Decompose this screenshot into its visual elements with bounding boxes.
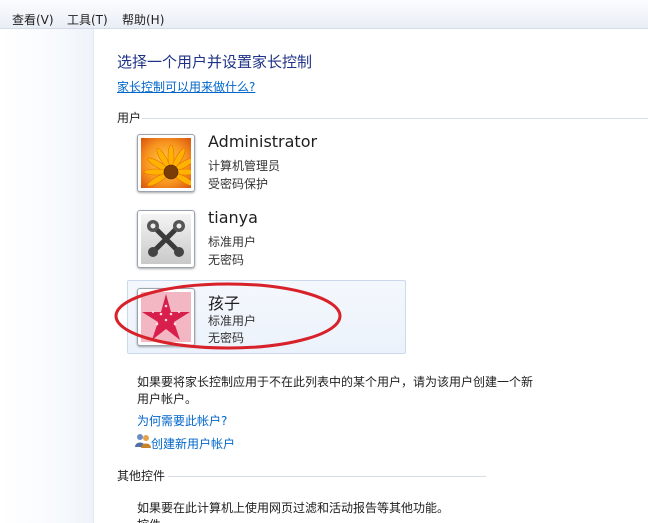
why-account-link[interactable]: 为何需要此帐户? [137,412,227,429]
user-password-status: 无密码 [208,331,245,345]
user-type: 标准用户 [208,314,257,328]
user-tile-child[interactable]: 孩子 标准用户 无密码 [127,280,406,354]
menu-view[interactable]: 查看(V) [12,11,54,28]
user-name: 孩子 [208,294,241,313]
not-listed-text-line2: 用户帐户。 [137,392,198,406]
other-controls-cutoff-text: 控件 [137,516,161,523]
user-name: Administrator [208,132,318,151]
user-tile-administrator[interactable]: Administrator 计算机管理员 受密码保护 [127,130,406,204]
user-tile-tianya[interactable]: tianya 标准用户 无密码 [127,206,406,280]
other-controls-label: 其他控件 [117,469,166,483]
other-controls-text: 如果要在此计算机上使用网页过滤和活动报告等其他功能。 [137,501,450,515]
user-password-status: 无密码 [208,253,245,267]
help-link[interactable]: 家长控制可以用来做什么? [117,78,255,95]
user-password-status: 受密码保护 [208,177,269,191]
user-name: tianya [208,208,258,227]
create-account-link[interactable]: 创建新用户帐户 [151,435,235,452]
menu-tools[interactable]: 工具(T) [67,11,108,28]
users-section-divider [142,118,648,119]
page-title: 选择一个用户并设置家长控制 [117,53,313,71]
left-pane [0,29,94,523]
menu-bar: 查看(V) 工具(T) 帮助(H) [0,0,648,29]
user-type: 计算机管理员 [208,159,281,173]
create-account-row[interactable]: 创建新用户帐户 [135,433,285,451]
other-controls-divider [168,476,486,477]
starfish-avatar-icon [137,288,195,346]
flower-avatar-icon [137,134,195,192]
tools-avatar-icon [137,210,195,268]
user-type: 标准用户 [208,235,257,249]
not-listed-text-line1: 如果要将家长控制应用于不在此列表中的某个用户，请为该用户创建一个新 [137,375,534,389]
menu-help[interactable]: 帮助(H) [122,11,164,28]
users-section-label: 用户 [117,111,142,125]
